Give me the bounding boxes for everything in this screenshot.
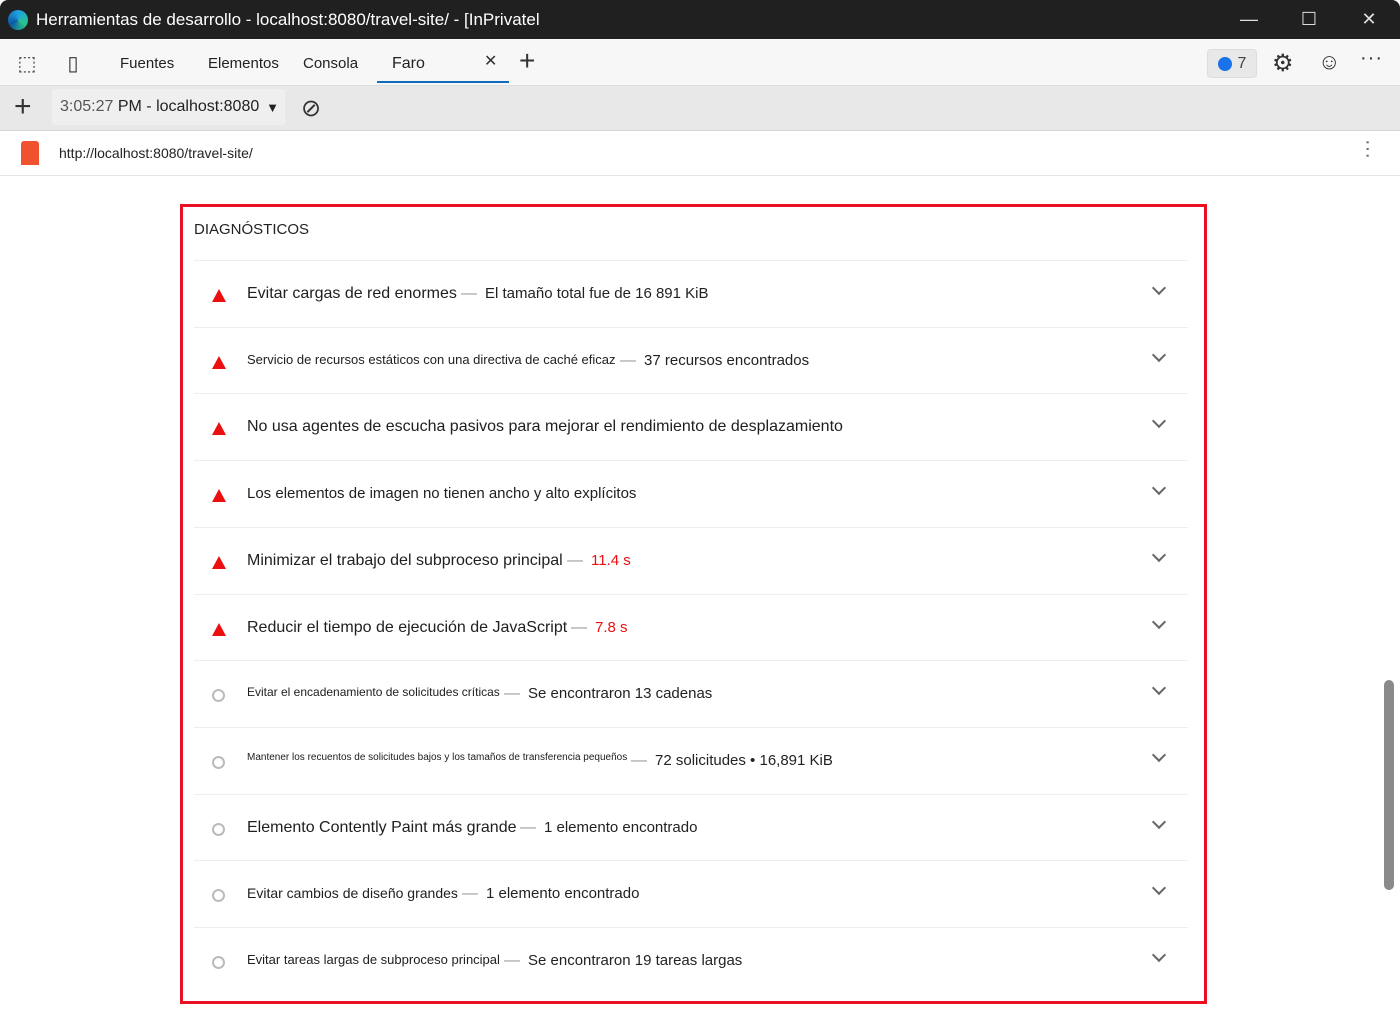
chevron-down-icon[interactable] (1151, 947, 1167, 963)
audit-row[interactable]: Servicio de recursos estáticos con una d… (194, 326, 1188, 394)
info-circle-icon (212, 822, 225, 836)
maximize-button[interactable]: ☐ (1280, 0, 1338, 39)
audit-title: Servicio de recursos estáticos con una d… (247, 351, 616, 367)
issues-count: 7 (1237, 54, 1247, 72)
separator-dash: — (461, 285, 477, 302)
audit-title: Evitar cargas de red enormes (247, 285, 457, 302)
audit-title: Evitar cambios de diseño grandes (247, 885, 458, 902)
clear-icon[interactable]: ⊘ (301, 94, 321, 123)
inspect-element-icon[interactable]: ⬚ (14, 51, 40, 75)
report-name: PM - localhost:8080 (117, 98, 260, 115)
audit-row[interactable]: Mantener los recuentos de solicitudes ba… (194, 726, 1188, 794)
audit-row[interactable]: Reducir el tiempo de ejecución de JavaSc… (194, 593, 1188, 661)
audit-detail: Se encontraron 13 cadenas (528, 685, 713, 703)
audit-detail: 72 solicitudes • 16,891 KiB (655, 751, 833, 769)
separator-dash: — (520, 818, 536, 836)
audit-detail: Se encontraron 19 tareas largas (528, 952, 743, 969)
scrollbar[interactable] (1384, 680, 1394, 890)
lighthouse-icon (21, 141, 39, 165)
more-options-icon[interactable]: ··· (1360, 47, 1383, 70)
section-title: DIAGNÓSTICOS (194, 221, 310, 238)
chevron-down-icon[interactable] (1151, 547, 1167, 562)
audit-row[interactable]: Evitar cargas de red enormes El tamaño t… (194, 260, 1188, 327)
info-circle-icon (212, 689, 225, 703)
audit-detail: 1 elemento encontrado (544, 818, 698, 836)
chevron-down-icon[interactable] (1151, 414, 1167, 429)
tab-consola[interactable]: Consola (303, 55, 358, 72)
url-bar: http://localhost:8080/travel-site/ ··· (0, 131, 1400, 176)
close-window-button[interactable]: ✕ (1340, 0, 1398, 39)
add-tab-icon[interactable]: + (519, 45, 535, 77)
fail-triangle-icon (212, 422, 226, 436)
separator-dash: — (504, 685, 520, 703)
audit-title: No usa agentes de escucha pasivos para m… (247, 418, 843, 436)
audit-detail: 1 elemento encontrado (486, 885, 640, 903)
audit-title: Minimizar el trabajo del subproceso prin… (247, 551, 563, 569)
audit-row[interactable]: Evitar tareas largas de subproceso princ… (194, 927, 1188, 994)
audited-url: http://localhost:8080/travel-site/ (59, 145, 253, 161)
audit-title: Elemento Contently Paint más grande (247, 818, 517, 836)
dropdown-arrow-icon: ▼ (266, 99, 279, 115)
audit-detail: 37 recursos encontrados (644, 351, 810, 369)
audit-title: Evitar tareas largas de subproceso princ… (247, 952, 500, 967)
audit-title: Reducir el tiempo de ejecución de JavaSc… (247, 618, 568, 636)
separator-dash: — (620, 351, 636, 369)
fail-triangle-icon (212, 355, 226, 369)
minimize-button[interactable]: — (1220, 0, 1278, 39)
audit-title: Los elementos de imagen no tienen ancho … (247, 485, 637, 503)
audit-title: Evitar el encadenamiento de solicitudes … (247, 685, 500, 700)
audit-row[interactable]: No usa agentes de escucha pasivos para m… (194, 393, 1188, 460)
tab-faro[interactable]: Faro (392, 55, 425, 73)
audit-detail: 7.8 s (595, 618, 628, 636)
fail-triangle-icon (212, 489, 226, 503)
audit-row[interactable]: Los elementos de imagen no tienen ancho … (194, 460, 1188, 527)
chevron-down-icon[interactable] (1151, 481, 1167, 496)
chevron-down-icon[interactable] (1151, 614, 1167, 629)
info-circle-icon (212, 956, 225, 969)
report-time: 3:05:27 (60, 98, 114, 115)
kebab-menu-icon[interactable]: ··· (1356, 139, 1379, 159)
device-emulation-icon[interactable]: ▯ (60, 51, 86, 75)
tab-elementos[interactable]: Elementos (208, 55, 279, 72)
feedback-icon[interactable]: ☺ (1318, 49, 1340, 75)
audit-row[interactable]: Evitar el encadenamiento de solicitudes … (194, 660, 1188, 727)
window-title: Herramientas de desarrollo - localhost:8… (36, 9, 540, 29)
message-icon (1217, 56, 1232, 71)
audit-row[interactable]: Minimizar el trabajo del subproceso prin… (194, 526, 1188, 594)
fail-triangle-icon (212, 555, 226, 569)
chevron-down-icon[interactable] (1151, 814, 1167, 829)
chevron-down-icon[interactable] (1151, 747, 1167, 762)
issues-badge[interactable]: 7 (1207, 49, 1257, 78)
title-bar: Herramientas de desarrollo - localhost:8… (0, 0, 1400, 39)
devtools-tabs: ⬚ ▯ Fuentes Elementos Consola Faro ✕ + ⚙… (0, 39, 1400, 86)
tab-fuentes[interactable]: Fuentes (120, 55, 174, 72)
separator-dash: — (462, 885, 478, 903)
gear-icon[interactable]: ⚙ (1272, 49, 1294, 78)
report-selector[interactable]: 3:05:27 PM - localhost:8080 ▼ (52, 89, 285, 125)
edge-logo-icon (8, 9, 28, 30)
chevron-down-icon[interactable] (1151, 280, 1167, 296)
separator-dash: — (567, 551, 583, 569)
chevron-down-icon[interactable] (1151, 681, 1167, 696)
lighthouse-toolbar: + 3:05:27 PM - localhost:8080 ▼ ⊘ (0, 86, 1400, 131)
audit-row[interactable]: Elemento Contently Paint más grande 1 el… (194, 793, 1188, 861)
info-circle-icon (212, 889, 225, 903)
audit-detail: 11.4 s (591, 551, 631, 569)
active-tab-indicator (377, 81, 509, 83)
audit-title: Mantener los recuentos de solicitudes ba… (247, 751, 628, 763)
chevron-down-icon[interactable] (1151, 347, 1167, 362)
separator-dash: — (571, 618, 587, 636)
audit-row[interactable]: Evitar cambios de diseño grandes 1 eleme… (194, 860, 1188, 927)
separator-dash: — (504, 952, 520, 969)
close-tab-icon[interactable]: ✕ (484, 51, 497, 71)
fail-triangle-icon (212, 622, 226, 636)
audit-detail: El tamaño total fue de 16 891 KiB (485, 285, 709, 302)
separator-dash: — (631, 751, 647, 769)
chevron-down-icon[interactable] (1151, 881, 1167, 896)
info-circle-icon (212, 755, 225, 769)
new-report-icon[interactable]: + (14, 90, 32, 124)
fail-triangle-icon (212, 289, 226, 302)
